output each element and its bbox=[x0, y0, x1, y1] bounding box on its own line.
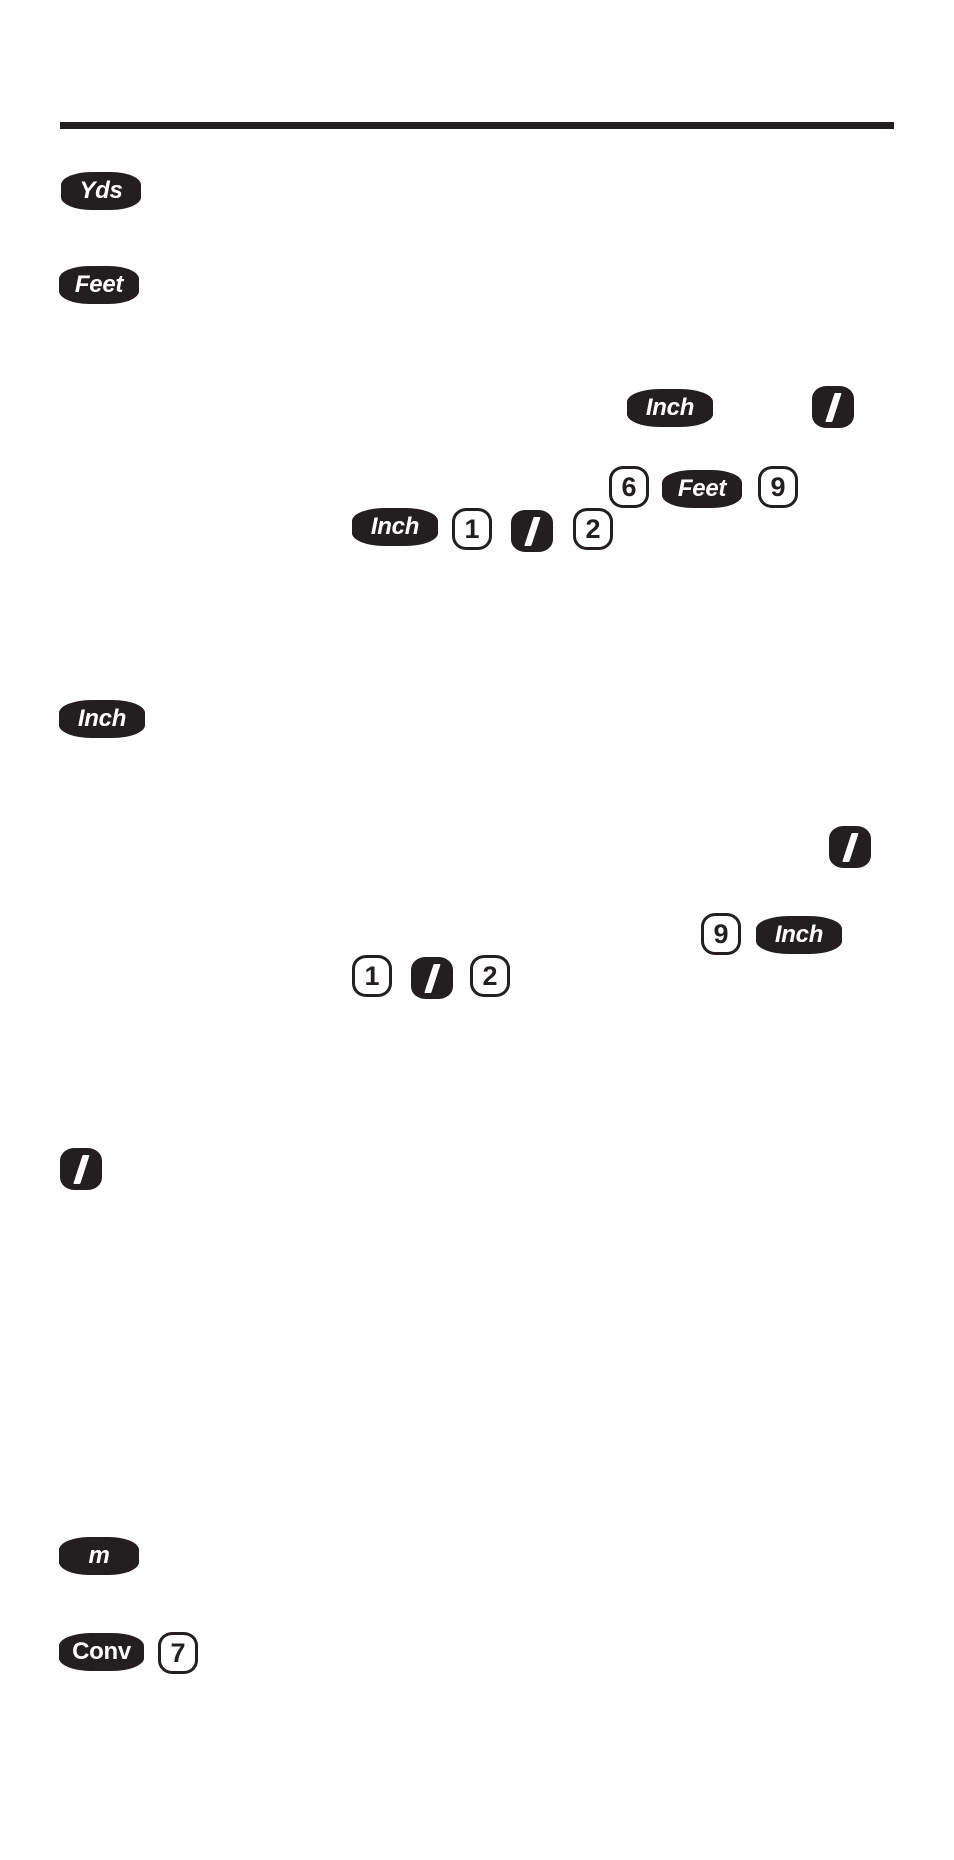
slash-icon bbox=[824, 392, 842, 422]
key-label: 2 bbox=[585, 513, 601, 544]
key-m-k20[interactable]: m bbox=[59, 1537, 139, 1575]
key-label: 9 bbox=[770, 471, 786, 502]
slash-icon bbox=[72, 1154, 90, 1184]
key-label: Inch bbox=[77, 705, 127, 732]
key-slash-k19[interactable] bbox=[60, 1148, 102, 1190]
key-label: Inch bbox=[645, 394, 695, 421]
key-label: Inch bbox=[774, 921, 824, 948]
top-horizontal-rule bbox=[60, 122, 894, 129]
key-inch-k8[interactable]: Inch bbox=[352, 508, 438, 546]
slash-icon bbox=[841, 832, 859, 862]
key-slash-k13[interactable] bbox=[829, 826, 871, 868]
key-slash-k4[interactable] bbox=[812, 386, 854, 428]
slash-icon bbox=[423, 963, 441, 993]
key-label: Yds bbox=[79, 177, 123, 204]
key-label: 6 bbox=[621, 471, 637, 502]
key-label: 1 bbox=[364, 960, 380, 991]
key-label: Feet bbox=[74, 271, 124, 298]
key-1-k9[interactable]: 1 bbox=[452, 508, 492, 550]
key-label: Feet bbox=[677, 475, 727, 502]
key-1-k16[interactable]: 1 bbox=[352, 955, 392, 997]
key-label: 2 bbox=[482, 960, 498, 991]
key-inch-k3[interactable]: Inch bbox=[627, 389, 713, 427]
manual-page: Yds Feet Inch 6 Feet 9 Inch 1 2 Inch 9 Inch 1 2 m Conv 7 bbox=[0, 0, 954, 1860]
key-2-k18[interactable]: 2 bbox=[470, 955, 510, 997]
slash-icon bbox=[523, 516, 541, 546]
key-feet-k6[interactable]: Feet bbox=[662, 470, 742, 508]
key-inch-k15[interactable]: Inch bbox=[756, 916, 842, 954]
key-6-k5[interactable]: 6 bbox=[609, 466, 649, 508]
key-9-k7[interactable]: 9 bbox=[758, 466, 798, 508]
key-slash-k10[interactable] bbox=[511, 510, 553, 552]
key-label: Conv bbox=[72, 1638, 131, 1665]
key-slash-k17[interactable] bbox=[411, 957, 453, 999]
key-conv-k21[interactable]: Conv bbox=[59, 1633, 144, 1671]
key-label: m bbox=[88, 1542, 110, 1569]
key-label: 1 bbox=[464, 513, 480, 544]
key-7-k22[interactable]: 7 bbox=[158, 1632, 198, 1674]
key-yds-k1[interactable]: Yds bbox=[61, 172, 141, 210]
key-inch-k12[interactable]: Inch bbox=[59, 700, 145, 738]
key-9-k14[interactable]: 9 bbox=[701, 913, 741, 955]
key-label: Inch bbox=[370, 513, 420, 540]
key-2-k11[interactable]: 2 bbox=[573, 508, 613, 550]
key-feet-k2[interactable]: Feet bbox=[59, 266, 139, 304]
key-label: 7 bbox=[170, 1637, 186, 1668]
key-label: 9 bbox=[713, 918, 729, 949]
